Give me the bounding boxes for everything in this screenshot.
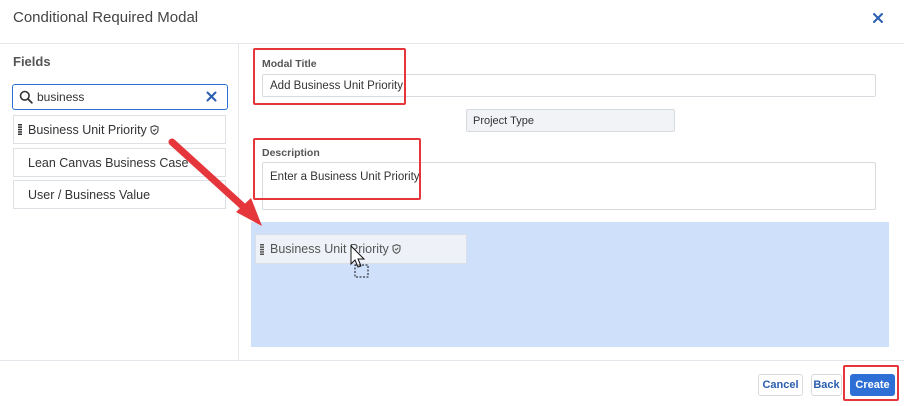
modal-title-label: Modal Title: [262, 58, 317, 70]
project-type-field[interactable]: Project Type: [466, 109, 675, 132]
modal-title-field[interactable]: Add Business Unit Priority: [262, 74, 876, 97]
field-item-label: Lean Canvas Business Case: [28, 156, 189, 170]
search-icon: [19, 90, 33, 104]
clear-search-icon[interactable]: [205, 90, 218, 103]
drag-handle-icon[interactable]: [260, 244, 264, 255]
shield-icon: [392, 243, 401, 254]
search-input[interactable]: [37, 88, 197, 106]
modal-header: Conditional Required Modal: [0, 0, 904, 44]
fields-heading: Fields: [13, 54, 51, 69]
field-item-user-business-value[interactable]: User / Business Value: [13, 180, 226, 209]
modal-footer: Cancel Back Create: [0, 360, 904, 406]
modal-title: Conditional Required Modal: [13, 9, 199, 26]
shield-icon: [150, 124, 159, 135]
cancel-button[interactable]: Cancel: [758, 374, 803, 396]
description-label: Description: [262, 147, 320, 159]
field-item-lean-canvas-business-case[interactable]: Lean Canvas Business Case: [13, 148, 226, 177]
fields-sidebar: Fields Business Unit Priority Lean Canva…: [0, 44, 239, 360]
dragged-field-label: Business Unit Priority: [270, 242, 401, 256]
field-item-label: User / Business Value: [28, 188, 151, 202]
form-canvas: Modal Title Add Business Unit Priority P…: [239, 44, 904, 360]
drop-zone[interactable]: Business Unit Priority: [251, 222, 889, 347]
field-search[interactable]: [12, 84, 228, 110]
field-item-business-unit-priority[interactable]: Business Unit Priority: [13, 115, 226, 144]
dragged-field-card[interactable]: Business Unit Priority: [255, 234, 467, 264]
field-item-label: Business Unit Priority: [28, 123, 159, 137]
description-field[interactable]: Enter a Business Unit Priority.: [262, 162, 876, 210]
back-button[interactable]: Back: [811, 374, 842, 396]
close-icon[interactable]: [871, 11, 885, 25]
drag-handle-icon[interactable]: [18, 124, 22, 135]
create-button[interactable]: Create: [850, 374, 895, 396]
